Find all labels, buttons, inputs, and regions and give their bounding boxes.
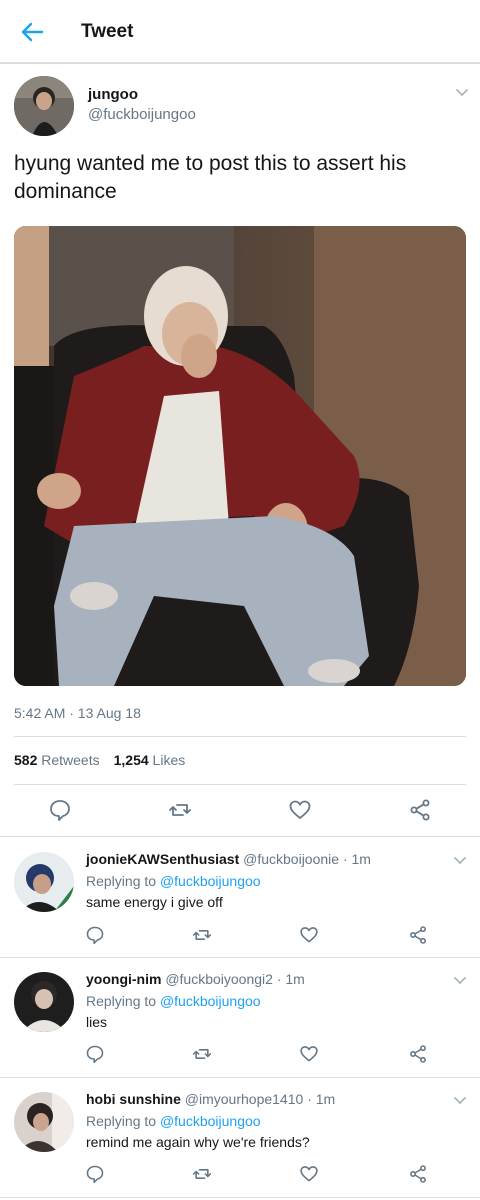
- tweet-timestamp: 5:42 AM · 13 Aug 18: [14, 705, 141, 721]
- retweet-icon[interactable]: [192, 925, 212, 945]
- divider: [14, 736, 466, 737]
- retweet-icon[interactable]: [192, 1044, 212, 1064]
- reply-author-handle[interactable]: @imyourhope1410: [185, 1091, 304, 1107]
- share-icon[interactable]: [408, 1044, 428, 1064]
- retweets-label[interactable]: Retweets: [41, 752, 99, 768]
- reply-author-name[interactable]: hobi sunshine: [86, 1091, 181, 1107]
- comment-icon[interactable]: [48, 798, 72, 822]
- heart-icon[interactable]: [299, 1164, 319, 1184]
- top-bar: Tweet: [0, 0, 480, 64]
- tweet-stats: 582 Retweets 1,254 Likes: [14, 752, 185, 768]
- reply-author[interactable]: joonieKAWSenthusiast @fuckboijoonie · 1m: [86, 851, 371, 867]
- reply-time: · 1m: [307, 1091, 336, 1107]
- tweet-photo[interactable]: [14, 226, 466, 686]
- reply-author-name[interactable]: joonieKAWSenthusiast: [86, 851, 239, 867]
- heart-icon[interactable]: [299, 1044, 319, 1064]
- replying-to: Replying to @fuckboijungoo: [86, 993, 261, 1009]
- heart-icon[interactable]: [299, 925, 319, 945]
- heart-icon[interactable]: [288, 798, 312, 822]
- author-handle[interactable]: @fuckboijungoo: [88, 106, 196, 123]
- reply-text: same energy i give off: [86, 894, 223, 910]
- replying-to-link[interactable]: @fuckboijungoo: [160, 1113, 261, 1129]
- chevron-down-icon[interactable]: [453, 1096, 467, 1106]
- tweet-text: hyung wanted me to post this to assert h…: [14, 152, 407, 203]
- chevron-down-icon[interactable]: [455, 88, 469, 98]
- comment-icon[interactable]: [85, 1164, 105, 1184]
- replying-to: Replying to @fuckboijungoo: [86, 1113, 261, 1129]
- reply-time: · 1m: [342, 851, 371, 867]
- replying-prefix: Replying to: [86, 873, 157, 889]
- divider: [0, 836, 480, 837]
- reply-avatar[interactable]: [14, 852, 74, 912]
- replying-to-link[interactable]: @fuckboijungoo: [160, 993, 261, 1009]
- arrow-left-icon[interactable]: [18, 18, 46, 46]
- replying-to-link[interactable]: @fuckboijungoo: [160, 873, 261, 889]
- reply-author[interactable]: hobi sunshine @imyourhope1410 · 1m: [86, 1091, 335, 1107]
- reply-avatar[interactable]: [14, 1092, 74, 1152]
- author-avatar[interactable]: [14, 76, 74, 136]
- retweets-count[interactable]: 582: [14, 752, 37, 768]
- page-title: Tweet: [81, 21, 134, 42]
- reply-author[interactable]: yoongi-nim @fuckboiyoongi2 · 1m: [86, 971, 305, 987]
- chevron-down-icon[interactable]: [453, 976, 467, 986]
- reply-author-handle[interactable]: @fuckboiyoongi2: [165, 971, 273, 987]
- reply-time: · 1m: [276, 971, 305, 987]
- comment-icon[interactable]: [85, 1044, 105, 1064]
- divider: [0, 1197, 480, 1198]
- replying-prefix: Replying to: [86, 1113, 157, 1129]
- divider: [14, 784, 466, 785]
- replying-to: Replying to @fuckboijungoo: [86, 873, 261, 889]
- divider: [0, 957, 480, 958]
- reply-text: remind me again why we're friends?: [86, 1134, 310, 1150]
- likes-count[interactable]: 1,254: [114, 752, 149, 768]
- reply-text: lies: [86, 1014, 108, 1030]
- reply-author-handle[interactable]: @fuckboijoonie: [243, 851, 339, 867]
- retweet-icon[interactable]: [168, 798, 192, 822]
- reply-author-name[interactable]: yoongi-nim: [86, 971, 161, 987]
- chevron-down-icon[interactable]: [453, 856, 467, 866]
- replying-prefix: Replying to: [86, 993, 157, 1009]
- divider: [0, 1077, 480, 1078]
- comment-icon[interactable]: [85, 925, 105, 945]
- share-icon[interactable]: [408, 798, 432, 822]
- retweet-icon[interactable]: [192, 1164, 212, 1184]
- share-icon[interactable]: [408, 1164, 428, 1184]
- share-icon[interactable]: [408, 925, 428, 945]
- likes-label[interactable]: Likes: [153, 752, 186, 768]
- reply-avatar[interactable]: [14, 972, 74, 1032]
- author-name[interactable]: jungoo: [88, 86, 138, 103]
